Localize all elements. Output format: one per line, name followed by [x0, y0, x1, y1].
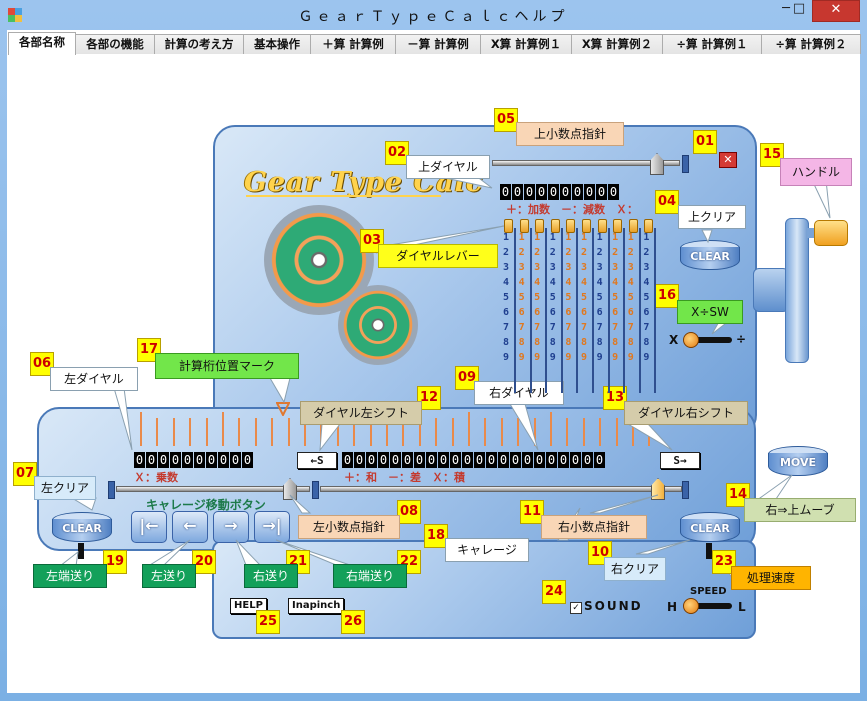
dial-lever[interactable]	[550, 219, 560, 233]
callout-number: 16	[655, 284, 679, 308]
dial-slot	[529, 228, 532, 393]
callout-number: 24	[542, 580, 566, 604]
dial-slot	[607, 228, 610, 393]
callout-label: ダイヤルレバー	[378, 244, 498, 268]
callout-label: 右端送り	[333, 564, 407, 588]
callout-label: 処理速度	[731, 566, 811, 590]
callout-label: 右小数点指針	[541, 515, 647, 539]
callout-label: 右送り	[244, 564, 298, 588]
callout-label: 上ダイヤル	[406, 155, 490, 179]
callout-label: 左クリア	[34, 476, 96, 500]
dial-slot	[654, 228, 657, 393]
callout-number: 01	[693, 130, 717, 154]
callout-label: 左送り	[142, 564, 196, 588]
dial-slot	[576, 228, 579, 393]
dial-slot	[545, 228, 548, 393]
dial-slot	[592, 228, 594, 393]
dial-lever[interactable]	[535, 219, 545, 233]
dial-slot	[638, 228, 641, 393]
application-window: ＧｅａｒＴｙｐｅＣａｌｃヘルプ ─ □ ✕ 各部名称 各部の機能 計算の考え方 …	[0, 0, 867, 701]
dial-lever[interactable]	[566, 219, 576, 233]
callout-label: ダイヤル左シフト	[300, 401, 422, 425]
dial-slot	[514, 228, 516, 393]
callout-label: 右⇒上ムーブ	[744, 498, 856, 522]
callout-label: 上クリア	[678, 205, 746, 229]
callout-label: 左小数点指針	[298, 515, 400, 539]
callout-label: キャレージ	[445, 538, 529, 562]
dial-lever[interactable]	[504, 219, 513, 233]
dial-lever[interactable]	[628, 219, 638, 233]
dial-slot	[560, 228, 563, 393]
callout-label: 左端送り	[33, 564, 107, 588]
callout-label: ハンドル	[780, 158, 852, 186]
dial-lever[interactable]	[613, 219, 623, 233]
dial-lever[interactable]	[582, 219, 591, 233]
callout-number: 26	[341, 610, 365, 634]
callout-number: 05	[494, 108, 518, 132]
callout-label: 計算桁位置マーク	[155, 353, 299, 379]
callout-number: 04	[655, 190, 679, 214]
callout-leaders	[58, 175, 831, 579]
callout-label: X÷SW	[677, 300, 743, 324]
tab-parts-names[interactable]: 各部名称	[8, 32, 76, 55]
dial-lever[interactable]	[519, 219, 529, 233]
callout-number: 08	[397, 500, 421, 524]
callout-number: 25	[256, 610, 280, 634]
callout-label: 右クリア	[604, 557, 666, 581]
dial-lever[interactable]	[644, 219, 654, 233]
dial-slot	[623, 228, 626, 393]
callout-label: 左ダイヤル	[50, 367, 138, 391]
callout-label: ダイヤル右シフト	[624, 401, 748, 425]
callout-label: 上小数点指針	[516, 122, 624, 146]
dial-lever[interactable]	[597, 219, 607, 233]
callout-label: 右ダイヤル	[474, 381, 564, 405]
